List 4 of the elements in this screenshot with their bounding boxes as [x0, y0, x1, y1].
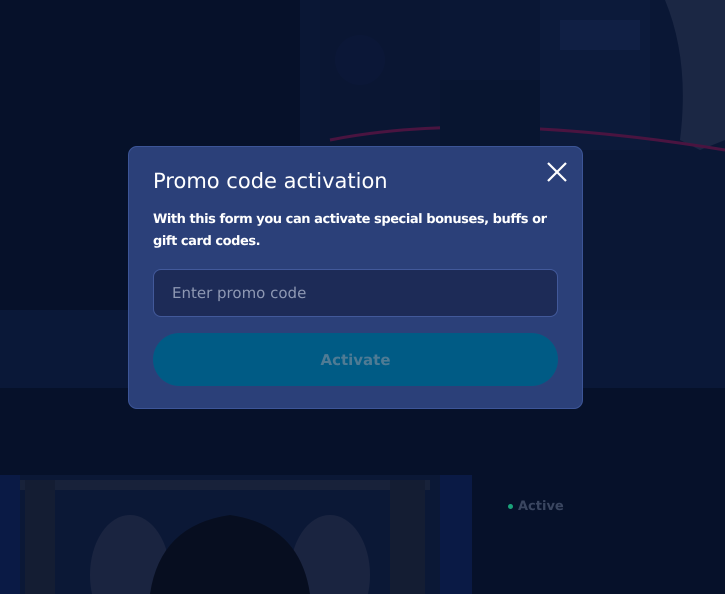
dialog-title: Promo code activation [153, 169, 389, 193]
promo-code-field[interactable]: Enter promo code [153, 269, 558, 317]
close-icon[interactable] [546, 161, 568, 183]
dialog-description: With this form you can activate special bonuses, buffs or gift card codes. [153, 211, 548, 251]
